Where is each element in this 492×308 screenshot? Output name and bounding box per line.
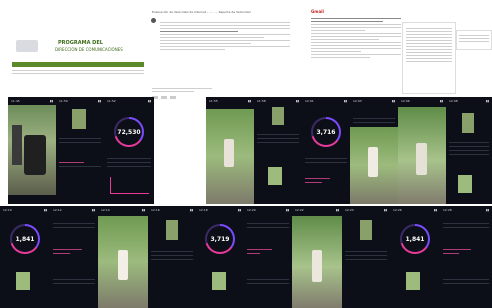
phone-screenshot-6: 12:01 ▮▮ 3,716 (302, 97, 350, 204)
phone-screenshot-15: 12:20 ▮▮ (244, 206, 292, 308)
phone-screenshot-10: 12:10 ▮▮ 1,841 (0, 206, 50, 308)
speed-gauge-4: 3,719 (205, 224, 235, 254)
phone-screenshot-7: 12:03 ▮▮ (350, 97, 398, 204)
speed-gauge-2: 3,716 (311, 117, 341, 147)
phone-screenshot-3: 11:52 ▮▮ 72,530 (104, 97, 154, 204)
speed-gauge-3: 1,841 (10, 224, 40, 254)
thumbnail-photo (72, 109, 86, 129)
doc-header-subtitle: DIRECCIÓN DE COMUNICACIONES (55, 47, 123, 52)
doc-green-table (12, 62, 144, 67)
photo-person (206, 109, 254, 204)
speed-value-5: 1,841 (402, 226, 428, 252)
speed-value-4: 3,719 (207, 226, 233, 252)
attachment-icons (152, 96, 176, 99)
motorcycle-icon (24, 135, 46, 175)
phone-screenshot-17: 12:24 ▮▮ (342, 206, 390, 308)
logo-icon (16, 40, 38, 52)
phone-screenshot-5: 11:58 ▮▮ (254, 97, 302, 204)
email-body (160, 20, 290, 52)
phone-screenshot-14: 12:18 ▮▮ 3,719 (196, 206, 244, 308)
phone-screenshot-4: 11:55 ▮▮ (206, 97, 254, 204)
phone-screenshot-12: 12:14 ▮▮ (98, 206, 148, 308)
speed-graph (110, 177, 149, 194)
photo-motorcycle (8, 105, 56, 195)
document-table (402, 22, 456, 94)
phone-screenshot-9: 12:08 ▮▮ (446, 97, 492, 204)
phone-screenshot-11: 12:12 ▮▮ (50, 206, 98, 308)
doc-table-body (12, 68, 144, 78)
gmail-brand: Gmail (311, 9, 324, 14)
phone-screenshot-13: 12:16 ▮▮ (148, 206, 196, 308)
phone-screenshot-1: 11:45 ▮▮ (8, 97, 56, 204)
document-left: PROGRAMA DEL DIRECCIÓN DE COMUNICACIONES (0, 30, 148, 80)
phone-screenshot-8: 12:06 ▮▮ (398, 97, 446, 204)
speed-value: 72,530 (116, 119, 142, 145)
doc-header-title: PROGRAMA DEL (58, 40, 103, 46)
speed-value-2: 3,716 (313, 119, 339, 145)
speed-gauge: 72,530 (114, 117, 144, 147)
speed-gauge-5: 1,841 (400, 224, 430, 254)
phone-screenshot-2: 11:50 ▮▮ (56, 97, 104, 204)
phone-screenshot-18: 12:26 ▮▮ 1,841 (390, 206, 440, 308)
thumbnail-photo-2 (272, 107, 284, 125)
avatar (151, 18, 156, 23)
phone-screenshot-16: 12:22 ▮▮ (292, 206, 342, 308)
email-footer (152, 86, 212, 94)
phone-screenshot-19: 12:28 ▮▮ (440, 206, 492, 308)
document-gmail: Gmail (308, 0, 404, 96)
speed-value-3: 1,841 (12, 226, 38, 252)
email-subject: Evaluación de Velocidad de Internet - ..… (152, 10, 251, 14)
document-email: Evaluación de Velocidad de Internet - ..… (148, 8, 296, 100)
document-small (456, 30, 492, 50)
